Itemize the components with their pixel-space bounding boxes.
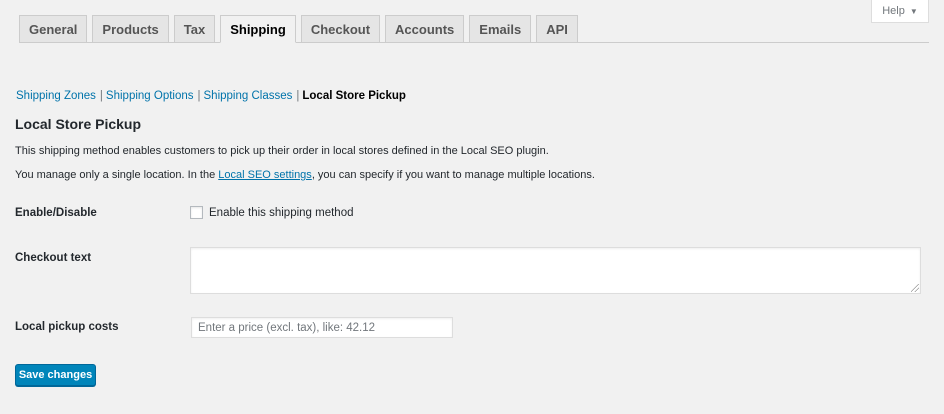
enable-shipping-method-label[interactable]: Enable this shipping method (209, 207, 354, 219)
checkout-text-field[interactable] (190, 247, 921, 294)
description-text: You manage only a single location. In th… (15, 169, 219, 181)
tab-accounts[interactable]: Accounts (385, 15, 465, 43)
subnav-local-store-pickup: Local Store Pickup (302, 90, 406, 102)
subnav-separator: | (296, 90, 300, 102)
tab-emails[interactable]: Emails (469, 15, 532, 43)
checkout-text-label: Checkout text (15, 252, 92, 264)
local-seo-settings-link[interactable]: Local SEO settings (218, 169, 312, 181)
tab-api[interactable]: API (536, 15, 578, 43)
enable-disable-label: Enable/Disable (15, 207, 97, 219)
description-text: , you can specify if you want to manage … (311, 169, 595, 181)
subnav-shipping-zones[interactable]: Shipping Zones (16, 90, 96, 102)
tab-general[interactable]: General (19, 15, 88, 43)
shipping-subnav: Shipping Zones | Shipping Options | Shipping… (16, 90, 406, 102)
subnav-shipping-classes[interactable]: Shipping Classes (204, 90, 293, 102)
subnav-separator: | (197, 90, 201, 102)
resize-handle-icon[interactable] (911, 284, 919, 292)
tab-checkout[interactable]: Checkout (300, 15, 381, 43)
section-title: Local Store Pickup (15, 116, 142, 132)
subnav-shipping-options[interactable]: Shipping Options (106, 90, 194, 102)
tab-tax[interactable]: Tax (173, 15, 216, 43)
tab-shipping[interactable]: Shipping (220, 15, 296, 43)
section-description: This shipping method enables customers t… (15, 145, 549, 157)
enable-shipping-method-field: Enable this shipping method (190, 206, 354, 219)
save-changes-button[interactable]: Save changes (15, 364, 96, 386)
local-pickup-costs-input[interactable] (191, 317, 453, 338)
section-description-locations: You manage only a single location. In th… (15, 169, 595, 181)
enable-shipping-method-checkbox[interactable] (190, 206, 203, 219)
settings-tabs: General Products Tax Shipping Checkout A… (19, 15, 929, 43)
subnav-separator: | (99, 90, 103, 102)
local-pickup-costs-label: Local pickup costs (15, 321, 119, 333)
tab-products[interactable]: Products (92, 15, 169, 43)
